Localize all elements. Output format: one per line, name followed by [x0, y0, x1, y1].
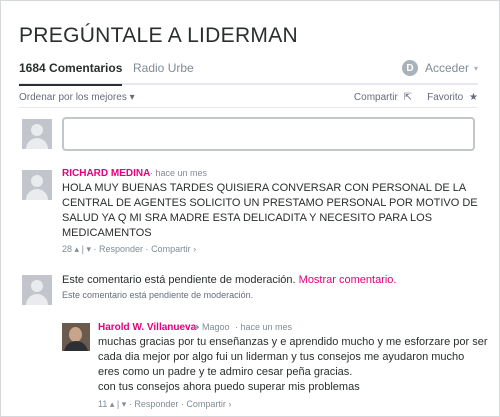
comment-author[interactable]: Harold W. Villanueva [98, 322, 196, 333]
tab-comments[interactable]: 1684 Comentarios [19, 61, 123, 86]
login-label: Acceder [424, 61, 469, 75]
chevron-down-icon: ▾ [473, 63, 478, 73]
comment-line: eres como un padre y te admiro cesar peñ… [98, 366, 353, 378]
login-menu[interactable]: D Acceder ▾ [401, 58, 478, 78]
page-title: PREGÚNTALE A LIDERMAN [19, 24, 298, 47]
comment-actions: 11 ▴ | ▾ · Responder · Compartir › [98, 399, 231, 410]
separator: | [81, 244, 84, 254]
reply-to[interactable]: ➔ Magoo [192, 322, 230, 333]
time-text: hace un mes [240, 322, 293, 332]
toolbar: Ordenar por los mejores ▾ Compartir ⇱ Fa… [19, 90, 478, 106]
favorite-button[interactable]: Favorito ★ [427, 92, 478, 103]
comment-body: muchas gracias por tu enseñanzas y e apr… [98, 335, 487, 395]
sort-dropdown[interactable]: Ordenar por los mejores ▾ [19, 92, 135, 103]
pending-text: Este comentario está pendiente de modera… [62, 274, 296, 286]
separator: · [93, 244, 97, 254]
share-icon: ⇱ [403, 92, 412, 103]
comment-line: muchas gracias por tu enseñanzas y e apr… [98, 336, 488, 348]
star-icon: ★ [469, 92, 478, 103]
comment-line: cada dia mejor por algo fui un liderman … [98, 351, 465, 363]
separator: | [116, 399, 120, 409]
separator: · [180, 399, 184, 409]
reply-button[interactable]: Responder [99, 244, 143, 254]
downvote-icon[interactable]: ▾ [86, 244, 91, 254]
pending-comment: Este comentario está pendiente de modera… [62, 273, 396, 288]
downvote-icon[interactable]: ▾ [122, 399, 127, 409]
avatar[interactable] [62, 323, 90, 351]
comment-author[interactable]: RICHARD MEDINA [62, 168, 150, 179]
upvote-icon[interactable]: ▴ [110, 399, 115, 409]
toolbar-divider [19, 107, 478, 108]
avatar [22, 275, 52, 305]
separator: · [145, 244, 149, 254]
comment-line: HOLA MUY BUENAS TARDES QUISIERA CONVERSA… [62, 182, 467, 194]
comment-line: con tus consejos ahora puedo superar mis… [98, 381, 360, 393]
comment-time[interactable]: · hace un mes [235, 322, 292, 332]
comment-actions: 28 ▴ | ▾ · Responder · Compartir › [62, 244, 196, 255]
reply-button[interactable]: Responder [134, 399, 178, 409]
disqus-d-icon: D [401, 60, 418, 76]
vote-count: 11 [98, 399, 108, 409]
sort-label: Ordenar por los mejores [19, 92, 127, 103]
comment-body: HOLA MUY BUENAS TARDES QUISIERA CONVERSA… [62, 181, 478, 241]
current-user-avatar [22, 119, 52, 149]
share-comment-button[interactable]: Compartir › [186, 399, 231, 409]
time-text: hace un mes [155, 168, 208, 178]
comment-line: SALUD YA Q MI SRA MADRE ESTA DELICADITA … [62, 212, 433, 224]
vote-count: 28 [62, 244, 73, 254]
tab-community[interactable]: Radio Urbe [133, 61, 194, 75]
show-comment-link[interactable]: Mostrar comentario. [299, 274, 397, 286]
upvote-icon[interactable]: ▴ [75, 244, 80, 254]
discussion-nav: 1684 Comentarios Radio Urbe D Acceder ▾ [19, 58, 478, 86]
avatar[interactable] [22, 170, 52, 200]
moderation-note: Este comentario está pendiente de modera… [62, 290, 254, 300]
comment-line: CENTRAL DE AGENTES SOLICITO UN PRESTAMO … [62, 197, 478, 209]
separator: · [128, 399, 132, 409]
chevron-down-icon: ▾ [129, 92, 135, 103]
reply-to-user: Magoo [202, 322, 230, 332]
share-button[interactable]: Compartir ⇱ [354, 92, 412, 103]
comment-line: MEDICAMENTOS [62, 227, 152, 239]
comment-time[interactable]: · hace un mes [150, 168, 207, 178]
share-comment-button[interactable]: Compartir › [151, 244, 196, 254]
share-label: Compartir [353, 92, 398, 103]
comment-input[interactable] [62, 117, 475, 151]
favorite-label: Favorito [427, 92, 464, 103]
